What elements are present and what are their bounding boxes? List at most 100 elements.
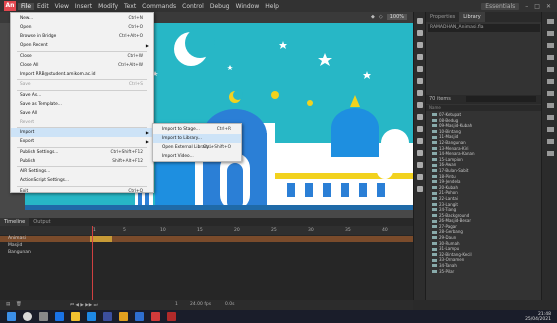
file-menu-item[interactable]: Publish Settings... Ctrl+Shift+F12 <box>11 148 153 157</box>
file-menu-item[interactable]: Open Recent ▶ <box>11 41 153 50</box>
file-menu-item[interactable]: Open Ctrl+O <box>11 23 153 32</box>
import-submenu-item[interactable]: Import Video... <box>153 152 241 161</box>
timeline-ruler[interactable]: 1 5 10 15 20 25 30 35 40 <box>0 226 413 235</box>
workspace-switcher[interactable]: Essentials <box>481 2 520 10</box>
menu-item-label: Import <box>20 130 35 135</box>
system-clock[interactable]: 21:48 25/04/2021 <box>525 312 551 322</box>
transform-icon[interactable] <box>546 91 554 96</box>
menu-help[interactable]: Help <box>262 3 282 10</box>
properties-icon[interactable] <box>546 19 554 24</box>
swatches-icon[interactable] <box>546 55 554 60</box>
timeline-layers: Animasi Masjid Bangunan <box>0 235 413 300</box>
file-menu-item[interactable]: New... Ctrl+N <box>11 14 153 23</box>
file-menu-item[interactable]: Import RRB@student.amikom.ac.id <box>11 70 153 79</box>
history-icon[interactable] <box>546 139 554 144</box>
layer-row[interactable]: Bangunan <box>0 250 413 256</box>
lasso-tool-icon[interactable] <box>417 54 423 60</box>
file-menu-item[interactable]: Browse in Bridge Ctrl+Alt+O <box>11 32 153 41</box>
zoom-select[interactable]: 100% <box>386 14 407 20</box>
menu-debug[interactable]: Debug <box>207 3 233 10</box>
library-icon[interactable] <box>546 31 554 36</box>
file-menu-item[interactable]: Save All <box>11 109 153 118</box>
windows-start-icon[interactable] <box>7 312 16 321</box>
subselection-tool-icon[interactable] <box>417 30 423 36</box>
menu-commands[interactable]: Commands <box>139 3 179 10</box>
info-icon[interactable] <box>546 79 554 84</box>
new-layer-icon[interactable]: ▤ <box>6 302 10 307</box>
tab-properties[interactable]: Properties <box>426 12 459 22</box>
file-menu-item[interactable]: Close Ctrl+W <box>11 52 153 61</box>
file-menu-item[interactable]: Import ▶ <box>11 128 153 137</box>
layer-row[interactable]: Animasi <box>0 236 413 242</box>
play-controls[interactable]: ⏮ ◀ ▶ ▶▶ ⏭ <box>70 302 98 308</box>
eyedropper-tool-icon[interactable] <box>417 150 423 156</box>
menu-edit[interactable]: Edit <box>34 3 52 10</box>
menu-text[interactable]: Text <box>121 3 139 10</box>
library-search-input[interactable] <box>466 96 536 102</box>
file-menu-item[interactable]: Publish Shift+Alt+F12 <box>11 157 153 166</box>
menu-item-label: Save As... <box>20 92 42 98</box>
fps-readout[interactable]: 24.00 fps <box>190 302 211 307</box>
tab-library[interactable]: Library <box>459 12 485 22</box>
menu-insert[interactable]: Insert <box>72 3 95 10</box>
hand-tool-icon[interactable] <box>417 174 423 180</box>
pencil-tool-icon[interactable] <box>417 114 423 120</box>
line-tool-icon[interactable] <box>417 90 423 96</box>
color-icon[interactable] <box>546 43 554 48</box>
playhead[interactable] <box>92 226 93 300</box>
eraser-tool-icon[interactable] <box>417 162 423 168</box>
mail-icon[interactable] <box>87 312 96 321</box>
bucket-tool-icon[interactable] <box>417 138 423 144</box>
task-view-icon[interactable] <box>39 312 48 321</box>
scene-icon[interactable]: ◆ <box>371 14 375 20</box>
text-tool-icon[interactable] <box>417 78 423 84</box>
symbol-icon[interactable]: ◇ <box>379 14 383 20</box>
maximize-icon[interactable]: □ <box>534 3 540 10</box>
minimize-icon[interactable]: – <box>525 3 528 10</box>
library-item[interactable]: 35-Pilar <box>426 269 542 275</box>
menu-file[interactable]: File <box>18 2 35 10</box>
tab-timeline[interactable]: Timeline <box>0 218 30 226</box>
animate-taskbar-icon[interactable] <box>151 312 160 321</box>
file-menu-item[interactable]: Close All Ctrl+Alt+W <box>11 61 153 70</box>
close-icon[interactable]: ✕ <box>546 3 551 10</box>
align-icon[interactable] <box>546 67 554 72</box>
menu-control[interactable]: Control <box>179 3 207 10</box>
tab-output[interactable]: Output <box>29 218 54 226</box>
import-submenu-item[interactable]: Import to Stage... Ctrl+R <box>153 125 241 134</box>
menu-modify[interactable]: Modify <box>95 3 121 10</box>
components-icon[interactable] <box>546 103 554 108</box>
scene-panel-icon[interactable] <box>546 151 554 156</box>
file-menu-item[interactable]: Export ▶ <box>11 137 153 146</box>
pen-tool-icon[interactable] <box>417 66 423 72</box>
bitmap-icon <box>432 174 437 178</box>
import-submenu-item[interactable]: Import to Library... <box>153 134 241 143</box>
file-explorer-icon[interactable] <box>71 312 80 321</box>
import-submenu-item[interactable]: Open External Library... Ctrl+Shift+O <box>153 143 241 152</box>
transform-tool-icon[interactable] <box>417 42 423 48</box>
document-select[interactable]: RAMADHAN_Animasi.fla <box>428 24 540 32</box>
acrobat-icon[interactable] <box>167 312 176 321</box>
file-menu-item[interactable]: AIR Settings... <box>11 167 153 176</box>
file-menu-item[interactable]: Save As... <box>11 91 153 100</box>
keyframe-span[interactable] <box>90 236 112 242</box>
word-icon[interactable] <box>135 312 144 321</box>
file-menu-item[interactable]: Exit Ctrl+Q <box>11 187 153 196</box>
layer-row[interactable]: Masjid <box>0 243 413 249</box>
photoshop-icon[interactable] <box>103 312 112 321</box>
edge-icon[interactable] <box>55 312 64 321</box>
rectangle-tool-icon[interactable] <box>417 102 423 108</box>
search-icon[interactable] <box>23 312 32 321</box>
code-snippets-icon[interactable] <box>546 127 554 132</box>
file-menu-item[interactable]: ActionScript Settings... <box>11 176 153 185</box>
delete-layer-icon[interactable]: 🗑 <box>16 302 22 307</box>
panel-tabs: Properties Library <box>426 12 542 22</box>
zoom-tool-icon[interactable] <box>417 186 423 192</box>
chrome-icon[interactable] <box>119 312 128 321</box>
menu-view[interactable]: View <box>52 3 72 10</box>
file-menu-item[interactable]: Save as Template... <box>11 100 153 109</box>
selection-tool-icon[interactable] <box>417 18 423 24</box>
brush-tool-icon[interactable] <box>417 126 423 132</box>
motion-presets-icon[interactable] <box>546 115 554 120</box>
menu-window[interactable]: Window <box>233 3 263 10</box>
